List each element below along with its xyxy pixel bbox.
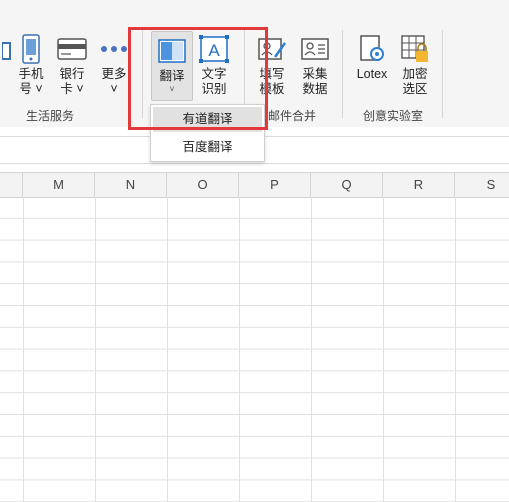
translate-dropdown-menu: 有道翻译 百度翻译: [150, 104, 265, 162]
phone-number-label: 手机 号 ˅: [18, 67, 44, 96]
text-recognition-label: 文字 识别: [201, 67, 227, 96]
more-dots-icon: [99, 34, 129, 64]
group-separator: [142, 30, 143, 118]
column-header-p[interactable]: P: [239, 173, 311, 197]
chevron-down-icon: ˅: [169, 84, 175, 94]
column-header-q[interactable]: Q: [311, 173, 383, 197]
column-header-row: M N O P Q R S: [0, 172, 509, 198]
bank-card-label: 银行 卡 ˅: [59, 67, 85, 96]
encrypt-selection-label: 加密 选区: [402, 67, 428, 96]
more-button[interactable]: 更多 ˅: [98, 34, 130, 97]
lotex-icon: [357, 34, 387, 64]
column-header-n[interactable]: N: [95, 173, 167, 197]
phone-number-button[interactable]: 手机 号 ˅: [14, 34, 48, 97]
group-life-services: 生活服务: [25, 109, 74, 123]
lock-grid-icon: [400, 34, 430, 64]
translate-button[interactable]: 翻译 ˅: [151, 31, 193, 101]
column-header-m[interactable]: M: [23, 173, 95, 197]
spreadsheet-grid[interactable]: [0, 197, 509, 502]
svg-text:A: A: [208, 41, 220, 60]
column-header-o[interactable]: O: [167, 173, 239, 197]
collect-data-label: 采集 数据: [302, 67, 328, 96]
column-header-partial[interactable]: [0, 173, 23, 197]
group-separator: [442, 30, 443, 118]
bank-card-button[interactable]: 银行 卡 ˅: [54, 34, 90, 97]
translate-icon: [157, 36, 187, 66]
menu-item-youdao-translate[interactable]: 有道翻译: [153, 107, 262, 132]
fill-template-icon: [257, 34, 287, 64]
fill-template-label: 填写 模板: [259, 67, 285, 96]
menu-item-baidu-translate[interactable]: 百度翻译: [151, 134, 264, 161]
translate-label: 翻译: [159, 69, 185, 83]
more-label: 更多 ˅: [101, 67, 127, 96]
column-header-s[interactable]: S: [455, 173, 509, 197]
lotex-button[interactable]: Lotex: [353, 34, 391, 82]
phone-icon: [16, 34, 46, 64]
group-creative-lab: 创意实验室: [362, 109, 423, 123]
column-header-r[interactable]: R: [383, 173, 455, 197]
collect-data-button[interactable]: 采集 数据: [297, 34, 333, 97]
text-recognition-button[interactable]: A 文字 识别: [196, 34, 232, 97]
encrypt-selection-button[interactable]: 加密 选区: [397, 34, 433, 97]
group-mail-merge: 邮件合并: [267, 109, 316, 123]
group-separator: [342, 30, 343, 118]
text-recognition-icon: A: [199, 34, 229, 64]
collect-data-icon: [300, 34, 330, 64]
lotex-label: Lotex: [356, 67, 388, 81]
bank-card-icon: [57, 34, 87, 64]
fill-template-button[interactable]: 填写 模板: [254, 34, 290, 97]
